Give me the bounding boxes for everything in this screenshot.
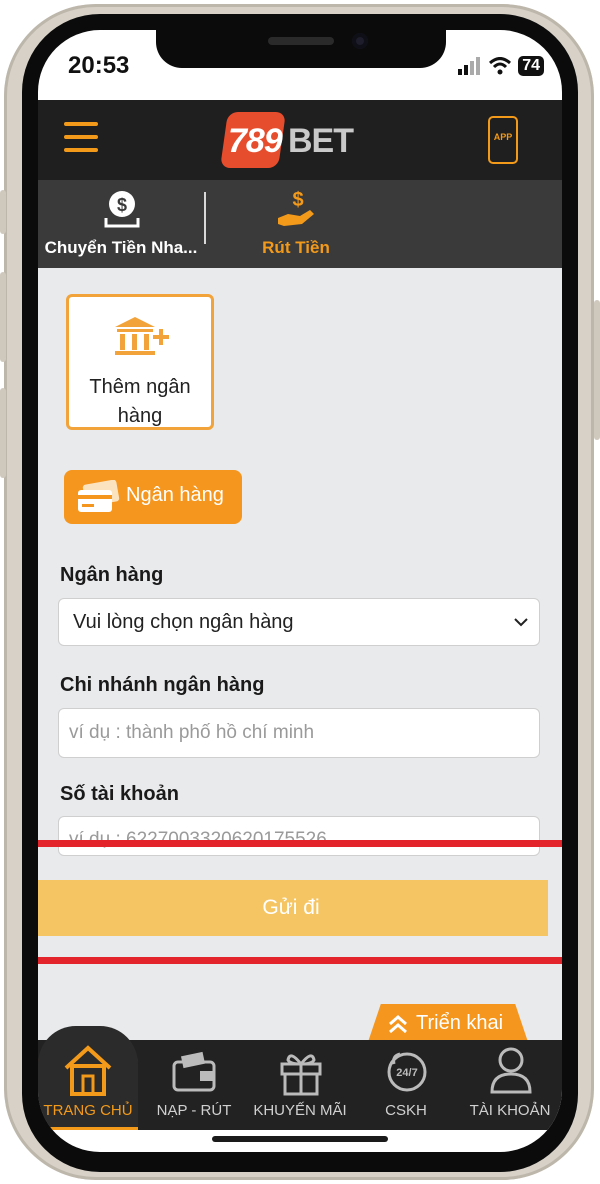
add-bank-icon [115, 317, 169, 355]
logo-text: BET [288, 122, 354, 160]
volume-down-button [0, 388, 6, 478]
logo-number: 789 [228, 122, 283, 160]
bank-method-chip[interactable]: Ngân hàng [64, 470, 242, 524]
nav-home-label: TRANG CHỦ [43, 1102, 133, 1119]
bank-chip-label: Ngân hàng [126, 484, 224, 506]
branch-input-placeholder: ví dụ : thành phố hồ chí minh [69, 722, 315, 743]
app-download-icon[interactable]: APP [488, 116, 518, 164]
nav-customer-support-label: CSKH [385, 1102, 427, 1119]
status-icons: 74 [458, 56, 544, 76]
withdraw-form: Thêm ngân hàng Ngân hàng Ngân hàng Vui l… [38, 268, 562, 1042]
nav-customer-support[interactable]: 24/7 CSKH [354, 1040, 458, 1130]
signal-icon [458, 57, 481, 75]
volume-up-button [0, 272, 6, 362]
account-field-label: Số tài khoản [60, 783, 179, 805]
transaction-tabs: $ Chuyển Tiền Nha... $ Rút Tiền [38, 180, 562, 268]
silent-switch [0, 190, 6, 234]
menu-icon[interactable] [64, 122, 98, 154]
tab-withdraw[interactable]: $ Rút Tiền [206, 180, 386, 268]
app-label: APP [493, 132, 513, 142]
home-icon [64, 1045, 112, 1096]
nav-account[interactable]: TÀI KHOẢN [458, 1040, 562, 1130]
gift-icon [280, 1054, 322, 1096]
nav-deposit-withdraw[interactable]: NẠP - RÚT [142, 1040, 246, 1130]
wifi-icon [489, 57, 512, 75]
deposit-money-icon: $ [104, 191, 140, 228]
bank-select-value: Vui lòng chọn ngân hàng [73, 611, 294, 633]
nav-home[interactable]: TRANG CHỦ [38, 1040, 138, 1130]
support-24-7-icon: 24/7 [387, 1052, 427, 1092]
app-header: 789 BET APP [38, 100, 562, 180]
double-chevron-up-icon [389, 1015, 407, 1034]
highlight-box [38, 840, 562, 964]
bank-select[interactable]: Vui lòng chọn ngân hàng [58, 598, 540, 646]
svg-text:24/7: 24/7 [396, 1067, 417, 1079]
tab-bank-transfer-label: Chuyển Tiền Nha... [44, 238, 198, 257]
expand-tab-label: Triển khai [416, 1012, 504, 1034]
user-icon [490, 1047, 532, 1094]
wallet-icon [172, 1051, 216, 1092]
notch [156, 30, 446, 68]
bank-field-label: Ngân hàng [60, 564, 164, 586]
power-button [594, 300, 600, 440]
nav-deposit-withdraw-label: NẠP - RÚT [156, 1102, 232, 1119]
bank-card-icon [78, 480, 120, 512]
tab-withdraw-label: Rút Tiền [262, 238, 330, 257]
expand-tab[interactable]: Triển khai [368, 1004, 528, 1042]
status-time: 20:53 [68, 52, 130, 79]
battery-indicator: 74 [518, 56, 544, 76]
withdraw-hand-icon: $ [278, 189, 314, 226]
logo[interactable]: 789 BET [220, 112, 384, 170]
bottom-nav: TRANG CHỦ NẠP - RÚT KHUYẾN MÃI 24/7 CSKH… [38, 1026, 562, 1130]
nav-promotions[interactable]: KHUYẾN MÃI [246, 1040, 354, 1130]
home-indicator [212, 1136, 388, 1142]
screen: 20:53 74 789 BET APP $ Chuyển Tiền Nha..… [38, 30, 562, 1152]
chevron-down-icon [514, 618, 528, 627]
branch-field-label: Chi nhánh ngân hàng [60, 674, 265, 696]
add-bank-label: Thêm ngân hàng [89, 376, 191, 427]
nav-promotions-label: KHUYẾN MÃI [253, 1102, 347, 1119]
nav-account-label: TÀI KHOẢN [469, 1102, 551, 1119]
front-camera [352, 33, 368, 49]
tab-bank-transfer[interactable]: $ Chuyển Tiền Nha... [38, 180, 204, 268]
svg-text:$: $ [117, 195, 127, 215]
branch-input[interactable]: ví dụ : thành phố hồ chí minh [58, 708, 540, 758]
speaker [268, 37, 334, 45]
svg-text:$: $ [292, 189, 303, 211]
add-bank-card[interactable]: Thêm ngân hàng [66, 294, 214, 430]
